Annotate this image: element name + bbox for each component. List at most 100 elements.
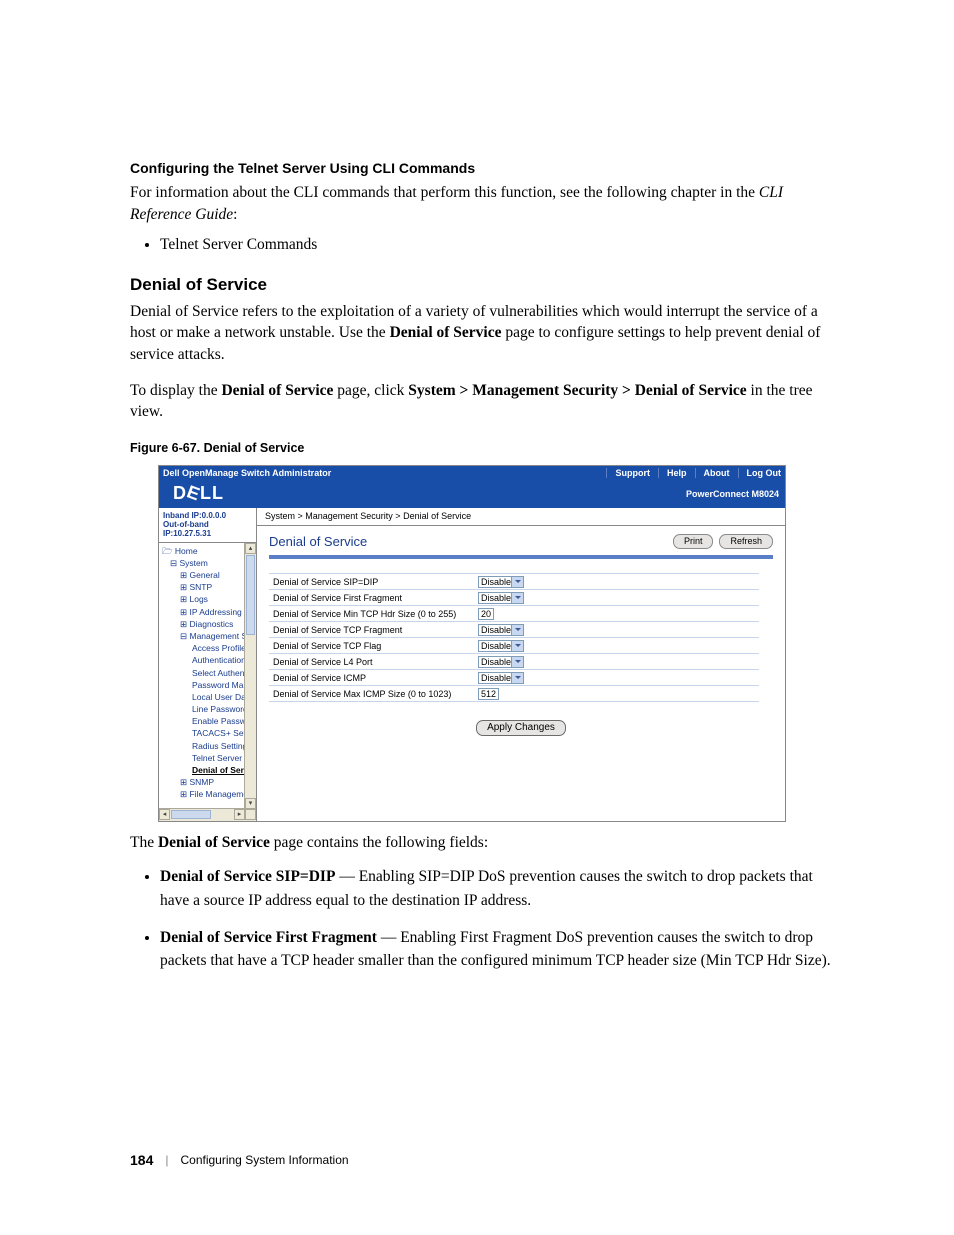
- tree-tacacs[interactable]: TACACS+ Settin: [162, 727, 256, 739]
- scroll-up-icon[interactable]: ▴: [245, 543, 256, 554]
- nav-help[interactable]: Help: [658, 468, 687, 479]
- setting-label: Denial of Service TCP Fragment: [269, 622, 474, 638]
- shot-titlebar: Dell OpenManage Switch Administrator Sup…: [159, 466, 785, 480]
- tree-snmp[interactable]: ⊞ SNMP: [162, 776, 256, 788]
- tree-pwdman[interactable]: Password Mana: [162, 679, 256, 691]
- nav-about[interactable]: About: [695, 468, 730, 479]
- shot-logobar: DELL PowerConnect M8024: [159, 480, 785, 508]
- product-label: PowerConnect M8024: [686, 489, 785, 500]
- setting-select[interactable]: Disable: [478, 592, 524, 604]
- section-dos-head: Denial of Service: [130, 275, 844, 295]
- dell-logo: DELL: [173, 483, 224, 505]
- setting-select[interactable]: Disable: [478, 624, 524, 636]
- main-panel: System > Management Security > Denial of…: [257, 508, 785, 821]
- setting-label: Denial of Service Min TCP Hdr Size (0 to…: [269, 606, 474, 622]
- nav-support[interactable]: Support: [606, 468, 650, 479]
- tree-selauth[interactable]: Select Authentic: [162, 667, 256, 679]
- tree-radius[interactable]: Radius Settings: [162, 740, 256, 752]
- setting-label: Denial of Service Max ICMP Size (0 to 10…: [269, 686, 474, 702]
- setting-row: Denial of Service First Fragment Disable: [269, 590, 759, 606]
- tree-ipaddr[interactable]: ⊞ IP Addressing: [162, 606, 256, 618]
- settings-table: Denial of Service SIP=DIPDisableDenial o…: [269, 573, 759, 702]
- dos-para1-b: Denial of Service: [390, 324, 502, 341]
- field-name: Denial of Service First Fragment: [160, 929, 377, 946]
- footer-chapter: Configuring System Information: [180, 1153, 348, 1167]
- after-b: Denial of Service: [158, 834, 270, 851]
- chevron-down-icon[interactable]: [511, 641, 523, 651]
- tree-home[interactable]: 🗁 Home: [162, 545, 256, 557]
- tree-system[interactable]: ⊟ System: [162, 557, 256, 569]
- field-name: Denial of Service SIP=DIP: [160, 868, 335, 885]
- dos-para2-a: To display the: [130, 382, 221, 399]
- setting-input[interactable]: 20: [478, 608, 494, 620]
- breadcrumb: System > Management Security > Denial of…: [257, 508, 785, 526]
- tree-filem[interactable]: ⊞ File Management: [162, 788, 256, 800]
- setting-label: Denial of Service ICMP: [269, 670, 474, 686]
- field-bullet: Denial of Service SIP=DIP — Enabling SIP…: [160, 865, 844, 912]
- setting-select[interactable]: Disable: [478, 672, 524, 684]
- scroll-thumb-h[interactable]: [171, 810, 211, 819]
- setting-row: Denial of Service TCP Fragment Disable: [269, 622, 759, 638]
- page-footer: 184 | Configuring System Information: [130, 1152, 844, 1168]
- ip-inband: Inband IP:0.0.0.0: [163, 511, 252, 520]
- scroll-right-icon[interactable]: ▸: [234, 809, 245, 820]
- tree-enpwd[interactable]: Enable Passwor: [162, 715, 256, 727]
- setting-label: Denial of Service SIP=DIP: [269, 574, 474, 590]
- tree-diag[interactable]: ⊞ Diagnostics: [162, 618, 256, 630]
- ip-box: Inband IP:0.0.0.0 Out-of-band IP:10.27.5…: [159, 508, 256, 543]
- setting-label: Denial of Service TCP Flag: [269, 638, 474, 654]
- setting-label: Denial of Service First Fragment: [269, 590, 474, 606]
- dos-para1: Denial of Service refers to the exploita…: [130, 301, 844, 366]
- cli-bullet-telnet: Telnet Server Commands: [160, 233, 844, 256]
- refresh-button[interactable]: Refresh: [719, 534, 773, 549]
- scroll-thumb-v[interactable]: [246, 555, 255, 635]
- dos-para2-d: System > Management Security > Denial of…: [408, 382, 746, 399]
- cli-intro: For information about the CLI commands t…: [130, 182, 844, 225]
- setting-row: Denial of Service L4 Port Disable: [269, 654, 759, 670]
- nav-logout[interactable]: Log Out: [738, 468, 782, 479]
- chevron-down-icon[interactable]: [511, 673, 523, 683]
- setting-row: Denial of Service ICMP Disable: [269, 670, 759, 686]
- dos-para2-b: Denial of Service: [221, 382, 333, 399]
- after-a: The: [130, 834, 158, 851]
- cli-intro-c: :: [233, 206, 237, 223]
- chevron-down-icon[interactable]: [511, 577, 523, 587]
- shot-app-title: Dell OpenManage Switch Administrator: [163, 468, 331, 479]
- scroll-left-icon[interactable]: ◂: [159, 809, 170, 820]
- apply-changes-button[interactable]: Apply Changes: [476, 720, 566, 736]
- tree-dos[interactable]: Denial of Servi: [162, 764, 256, 776]
- tree-telnet[interactable]: Telnet Server: [162, 752, 256, 764]
- page-number: 184: [130, 1152, 153, 1168]
- after-para: The Denial of Service page contains the …: [130, 832, 844, 854]
- figure-caption: Figure 6-67. Denial of Service: [130, 441, 844, 455]
- tree-panel: Inband IP:0.0.0.0 Out-of-band IP:10.27.5…: [159, 508, 257, 821]
- setting-row: Denial of Service SIP=DIP Disable: [269, 574, 759, 590]
- chevron-down-icon[interactable]: [511, 593, 523, 603]
- tree-sntp[interactable]: ⊞ SNTP: [162, 581, 256, 593]
- chevron-down-icon[interactable]: [511, 625, 523, 635]
- setting-label: Denial of Service L4 Port: [269, 654, 474, 670]
- chevron-down-icon[interactable]: [511, 657, 523, 667]
- screenshot: Dell OpenManage Switch Administrator Sup…: [158, 465, 786, 822]
- print-button[interactable]: Print: [673, 534, 714, 549]
- ip-outofband: Out-of-band IP:10.27.5.31: [163, 520, 252, 538]
- cli-subhead: Configuring the Telnet Server Using CLI …: [130, 160, 844, 176]
- dos-para2: To display the Denial of Service page, c…: [130, 380, 844, 423]
- setting-input[interactable]: 512: [478, 688, 499, 700]
- tree-general[interactable]: ⊞ General: [162, 569, 256, 581]
- setting-select[interactable]: Disable: [478, 640, 524, 652]
- cli-intro-a: For information about the CLI commands t…: [130, 184, 759, 201]
- dos-para2-c: page, click: [333, 382, 408, 399]
- after-c: page contains the following fields:: [270, 834, 488, 851]
- footer-sep: |: [165, 1153, 168, 1167]
- tree-logs[interactable]: ⊞ Logs: [162, 593, 256, 605]
- tree-vscroll[interactable]: ▴ ▾: [244, 543, 256, 809]
- tree-hscroll[interactable]: ◂ ▸: [159, 808, 256, 821]
- setting-select[interactable]: Disable: [478, 656, 524, 668]
- tree-linepwd[interactable]: Line Password: [162, 703, 256, 715]
- setting-select[interactable]: Disable: [478, 576, 524, 588]
- tree-authp[interactable]: Authentication P: [162, 654, 256, 666]
- tree-mgmtsec[interactable]: ⊟ Management Secur: [162, 630, 256, 642]
- tree-access[interactable]: Access Profiles: [162, 642, 256, 654]
- tree-luserdb[interactable]: Local User Data: [162, 691, 256, 703]
